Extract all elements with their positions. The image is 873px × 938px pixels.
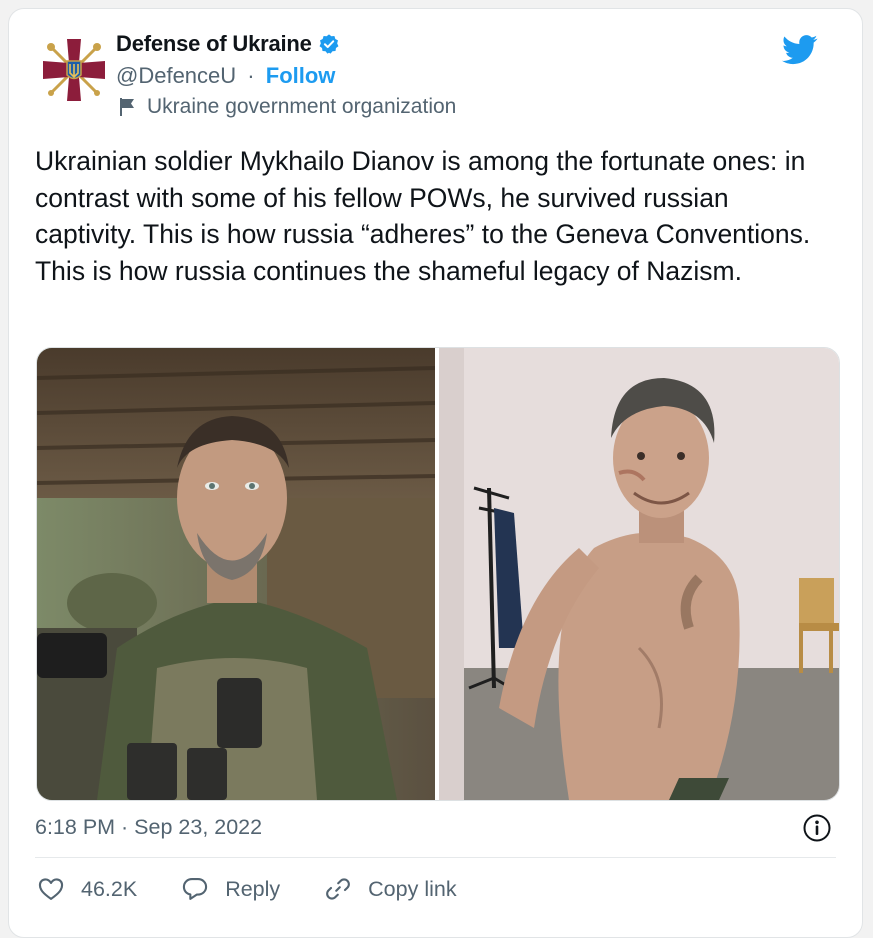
flag-icon bbox=[120, 98, 134, 116]
heart-icon bbox=[38, 878, 64, 900]
link-icon bbox=[326, 878, 351, 900]
reply-label: Reply bbox=[225, 876, 281, 901]
government-label-text: Ukraine government organization bbox=[147, 95, 457, 118]
author-name-row: Defense of Ukraine bbox=[116, 31, 340, 57]
avatar[interactable] bbox=[37, 33, 111, 107]
copy-link-label: Copy link bbox=[368, 876, 457, 901]
like-button[interactable]: 46.2K bbox=[37, 875, 137, 903]
copy-link-button[interactable]: Copy link bbox=[324, 875, 457, 903]
reply-button[interactable]: Reply bbox=[181, 875, 280, 903]
author-handle[interactable]: @DefenceU bbox=[116, 63, 236, 88]
divider bbox=[35, 857, 836, 858]
soldier-before-image bbox=[37, 348, 435, 800]
defense-emblem-icon bbox=[37, 33, 111, 107]
government-label[interactable]: Ukraine government organization bbox=[116, 95, 456, 119]
twitter-bird-icon[interactable] bbox=[782, 35, 818, 65]
soldier-before-photo[interactable] bbox=[37, 348, 435, 800]
soldier-after-photo[interactable] bbox=[439, 348, 839, 800]
tweet-text: Ukrainian soldier Mykhailo Dianov is amo… bbox=[35, 146, 811, 286]
handle-separator: · bbox=[247, 63, 255, 88]
author-display-name[interactable]: Defense of Ukraine bbox=[116, 31, 312, 57]
speech-bubble-icon bbox=[183, 878, 208, 900]
tweet-timestamp[interactable]: 6:18 PM · Sep 23, 2022 bbox=[35, 815, 262, 840]
author-handle-row: @DefenceU · Follow bbox=[116, 63, 335, 89]
action-bar: 46.2K Reply Copy link bbox=[37, 875, 501, 903]
tweet-card: Defense of Ukraine @DefenceU · Follow Uk… bbox=[8, 8, 863, 938]
follow-button[interactable]: Follow bbox=[266, 63, 336, 88]
like-count: 46.2K bbox=[81, 876, 138, 901]
soldier-after-image bbox=[439, 348, 839, 800]
verified-badge-icon bbox=[319, 34, 339, 54]
info-icon[interactable] bbox=[802, 813, 832, 843]
tweet-media[interactable] bbox=[36, 347, 840, 801]
